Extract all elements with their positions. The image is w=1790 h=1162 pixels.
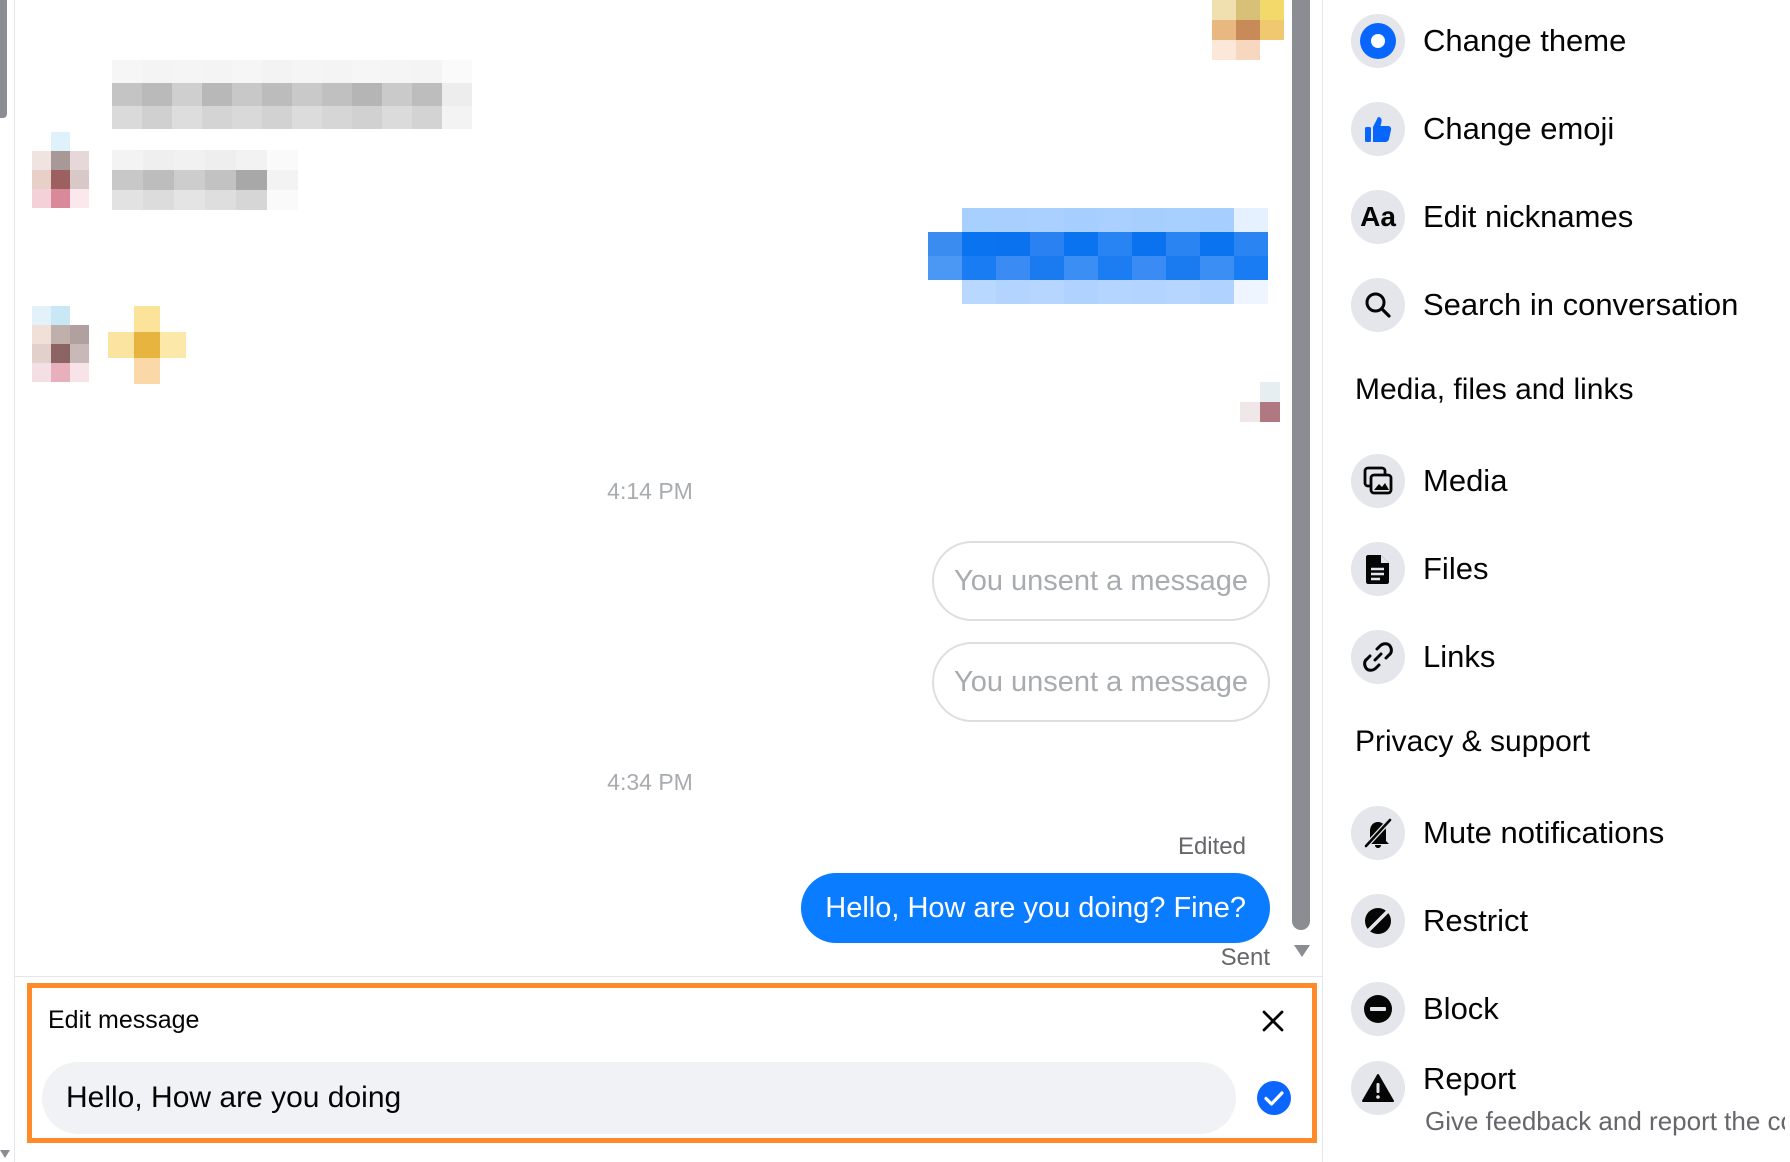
change-emoji-label: Change emoji (1423, 111, 1615, 146)
block-button[interactable]: Block (1351, 973, 1781, 1045)
sent-message-bubble[interactable]: Hello, How are you doing? Fine? (801, 873, 1270, 943)
chat-scroll-down-arrow[interactable] (1294, 945, 1310, 957)
composer-divider (14, 976, 1322, 977)
block-icon-wrap (1351, 982, 1405, 1036)
check-circle-icon (1257, 1081, 1291, 1115)
sent-status: Sent (1220, 944, 1270, 971)
media-button[interactable]: Media (1351, 445, 1781, 517)
restrict-button[interactable]: Restrict (1351, 885, 1781, 957)
block-icon (1364, 995, 1392, 1023)
edit-message-panel: Edit message (27, 983, 1317, 1143)
media-label: Media (1423, 463, 1508, 498)
theme-circle-icon (1360, 23, 1396, 59)
media-section-heading[interactable]: Media, files and links (1355, 373, 1633, 407)
timestamp-divider: 4:14 PM (607, 478, 693, 504)
edit-message-input[interactable] (42, 1062, 1236, 1134)
bell-slash-icon (1364, 818, 1392, 848)
change-theme-button[interactable]: Change theme (1351, 5, 1781, 77)
chat-scrollbar-thumb[interactable] (1292, 0, 1310, 930)
mute-notifications-button[interactable]: Mute notifications (1351, 797, 1781, 869)
media-icon (1363, 466, 1393, 495)
file-icon (1366, 555, 1389, 584)
redacted-avatar (32, 306, 90, 384)
chat-scrollbar[interactable] (1292, 0, 1310, 960)
change-emoji-button[interactable]: Change emoji (1351, 93, 1781, 165)
search-icon (1365, 292, 1391, 318)
unsent-message-bubble[interactable]: You unsent a message (932, 642, 1270, 722)
mute-icon-wrap (1351, 806, 1405, 860)
restrict-label: Restrict (1423, 903, 1529, 938)
conversation-info-panel: Change theme Change emoji Aa Edit nickna… (1322, 0, 1790, 1162)
report-label: Report (1423, 1061, 1517, 1096)
chat-pane: 4:14 PM You unsent a message You unsent … (0, 0, 1322, 1162)
redacted-emoji (108, 306, 186, 384)
close-icon (1262, 1010, 1284, 1032)
left-scroll-down-arrow[interactable] (0, 1150, 10, 1158)
block-label: Block (1423, 991, 1499, 1026)
links-button[interactable]: Links (1351, 621, 1781, 693)
edit-nicknames-button[interactable]: Aa Edit nicknames (1351, 181, 1781, 253)
submit-edit-button[interactable] (1256, 1080, 1292, 1116)
redacted-message (112, 60, 472, 130)
links-icon-wrap (1351, 630, 1405, 684)
nickname-icon-wrap: Aa (1351, 190, 1405, 244)
link-icon (1363, 642, 1393, 672)
privacy-section-heading[interactable]: Privacy & support (1355, 725, 1590, 759)
redacted-avatar (1212, 0, 1284, 60)
redacted-sent-message (928, 208, 1268, 304)
left-scrollbar-thumb[interactable] (0, 0, 7, 118)
restrict-icon-wrap (1351, 894, 1405, 948)
restrict-icon (1364, 907, 1392, 935)
search-conversation-label: Search in conversation (1423, 287, 1739, 322)
left-scrollbar[interactable] (0, 0, 15, 1162)
edit-nicknames-label: Edit nicknames (1423, 199, 1634, 234)
emoji-icon-wrap (1351, 102, 1405, 156)
timestamp-divider: 4:34 PM (607, 769, 693, 795)
files-button[interactable]: Files (1351, 533, 1781, 605)
search-icon-wrap (1351, 278, 1405, 332)
mute-notifications-label: Mute notifications (1423, 815, 1665, 850)
report-icon-wrap (1351, 1061, 1405, 1115)
redacted-message (112, 150, 302, 210)
media-icon-wrap (1351, 454, 1405, 508)
warning-icon (1362, 1074, 1394, 1102)
files-label: Files (1423, 551, 1489, 586)
text-aa-icon: Aa (1360, 201, 1396, 232)
change-theme-label: Change theme (1423, 23, 1627, 58)
close-edit-button[interactable] (1256, 1004, 1290, 1038)
links-label: Links (1423, 639, 1496, 674)
redacted-avatar (32, 132, 90, 210)
redacted-read-avatar (1240, 382, 1280, 422)
thumbs-up-icon (1365, 117, 1392, 142)
files-icon-wrap (1351, 542, 1405, 596)
unsent-message-bubble[interactable]: You unsent a message (932, 541, 1270, 621)
search-conversation-button[interactable]: Search in conversation (1351, 269, 1781, 341)
theme-icon-wrap (1351, 14, 1405, 68)
edit-message-title: Edit message (48, 1006, 200, 1034)
report-subtitle: Give feedback and report the conversatio… (1425, 1106, 1785, 1136)
edited-label: Edited (1177, 833, 1246, 860)
